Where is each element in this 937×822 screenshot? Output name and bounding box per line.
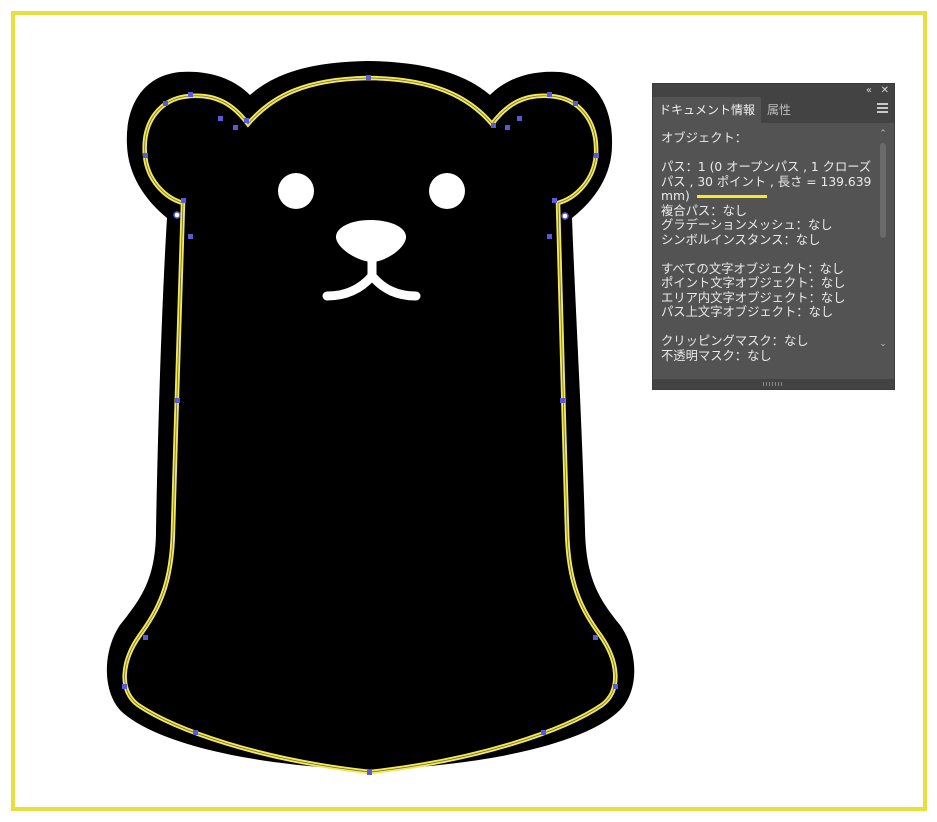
tab-document-info[interactable]: ドキュメント情報 — [653, 97, 762, 123]
point-text-info: ポイント文字オブジェクト：なし — [661, 276, 846, 290]
anchor-point — [143, 635, 148, 640]
anchor-point — [181, 198, 186, 203]
right-eye — [429, 173, 465, 209]
double-chevron-left-icon[interactable]: « — [866, 84, 872, 97]
close-icon[interactable]: ✕ — [881, 84, 889, 97]
anchor-point — [541, 730, 546, 735]
anchor-point — [367, 770, 372, 775]
highlight-underline — [697, 195, 767, 198]
anchor-point — [163, 101, 168, 106]
anchor-point — [143, 153, 148, 158]
all-text-info: すべての文字オブジェクト：なし — [661, 261, 845, 276]
left-eye — [278, 173, 314, 209]
symbol-instance-info: シンボルインスタンス：なし — [661, 232, 821, 247]
anchor-point — [491, 123, 496, 128]
gradient-mesh-info: グラデーションメッシュ：なし — [661, 218, 833, 232]
panel-titlebar: « ✕ — [653, 84, 894, 97]
path-info-line-3: mm) — [661, 189, 690, 203]
object-heading: オブジェクト： — [661, 131, 748, 145]
anchor-point — [188, 234, 193, 239]
anchor-point — [593, 635, 598, 640]
hamburger-menu-icon[interactable] — [877, 103, 888, 115]
anchor-point — [175, 398, 180, 403]
path-info-line-1: パス：1 (0 オープンパス , 1 クローズ — [661, 160, 872, 174]
anchor-point — [517, 116, 522, 121]
info-content: オブジェクト： パス：1 (0 オープンパス , 1 クローズ パス , 30 … — [653, 123, 875, 379]
tab-attributes[interactable]: 属性 — [761, 97, 797, 123]
anchor-point-selected — [561, 212, 569, 220]
compound-path-info: 複合パス：なし — [661, 203, 748, 218]
panel-tab-bar: ドキュメント情報 属性 — [653, 97, 894, 123]
anchor-point — [547, 234, 552, 239]
anchor-point — [505, 125, 510, 130]
scroll-up-icon[interactable]: ⌃ — [877, 129, 889, 139]
anchor-point — [613, 684, 618, 689]
anchor-point — [188, 92, 193, 97]
anchor-point — [122, 684, 127, 689]
anchor-point — [193, 730, 198, 735]
scroll-down-icon[interactable]: ⌄ — [877, 339, 889, 349]
path-text-info: パス上文字オブジェクト：なし — [661, 305, 834, 319]
document-info-panel: « ✕ ドキュメント情報 属性 オブジェクト： パス：1 (0 オープンパス ,… — [653, 84, 894, 389]
opacity-mask-info: 不透明マスク：なし — [661, 348, 772, 363]
anchor-point — [573, 101, 578, 106]
clipping-mask-info: クリッピングマスク：なし — [661, 334, 809, 348]
anchor-point — [244, 118, 249, 123]
panel-scrollbar[interactable]: ⌃ ⌄ — [877, 129, 889, 354]
anchor-point — [560, 398, 565, 403]
anchor-point — [547, 92, 552, 97]
anchor-point — [552, 198, 557, 203]
anchor-point — [218, 116, 223, 121]
panel-footer — [653, 379, 894, 389]
anchor-point-selected — [173, 211, 181, 219]
anchor-point — [366, 75, 371, 80]
area-text-info: エリア内文字オブジェクト：なし — [661, 290, 846, 305]
anchor-point — [233, 125, 238, 130]
bear-offset-outline — [106, 61, 635, 770]
anchor-point — [594, 153, 599, 158]
scroll-thumb[interactable] — [880, 143, 886, 238]
path-info-line-2: パス , 30 ポイント , 長さ = 139.639 — [661, 174, 872, 189]
resize-grip[interactable] — [763, 382, 783, 386]
